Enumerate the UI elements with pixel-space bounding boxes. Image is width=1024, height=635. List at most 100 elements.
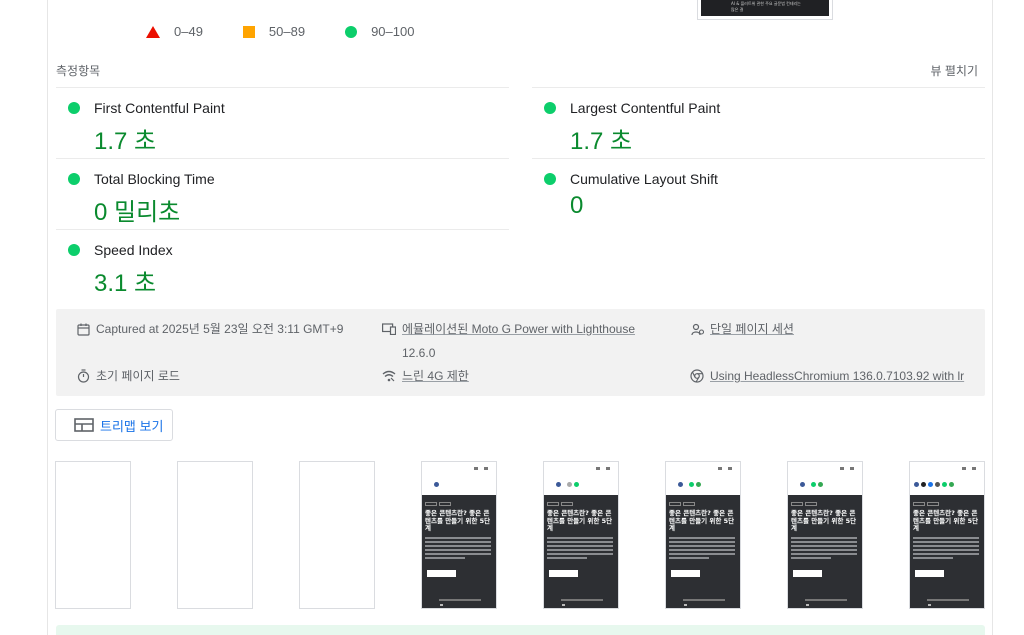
- timer-icon: [76, 369, 90, 383]
- thumbnail-caption: AI & 플러트위 관한 주요 글문법 컨테리는 많은 결: [731, 1, 801, 12]
- view-treemap-label: 트리맵 보기: [100, 418, 164, 434]
- menu-icon: [972, 467, 976, 470]
- frame-headline: 좋은 콘텐츠란? 좋은 콘텐츠를 만들기 위한 5단계: [669, 509, 735, 532]
- social-logos: [678, 482, 701, 487]
- frame-content: 좋은 콘텐츠란? 좋은 콘텐츠를 만들기 위한 5단계: [666, 495, 740, 608]
- emulated-device-line1[interactable]: 에뮬레이션된 Moto G Power with Lighthouse: [402, 322, 635, 336]
- captured-at-text: Captured at 2025년 5월 23일 오전 3:11 GMT+9: [96, 322, 344, 336]
- emulated-device[interactable]: 에뮬레이션된 Moto G Power with Lighthouse 12.6…: [382, 321, 662, 361]
- filmstrip-frame-blank[interactable]: [177, 461, 253, 609]
- view-treemap-button[interactable]: 트리맵 보기: [55, 409, 173, 441]
- metric-cumulative-layout-shift: Cumulative Layout Shift 0: [532, 158, 985, 230]
- frame-header: [788, 462, 862, 495]
- frame-content: 좋은 콘텐츠란? 좋은 콘텐츠를 만들기 위한 5단계: [422, 495, 496, 608]
- social-logos: [800, 482, 823, 487]
- frame-cta-button: [549, 570, 578, 577]
- menu-icon: [484, 467, 488, 470]
- frame-headline: 좋은 콘텐츠란? 좋은 콘텐츠를 만들기 위한 5단계: [425, 509, 491, 532]
- runtime-settings: Captured at 2025년 5월 23일 오전 3:11 GMT+9 에…: [56, 309, 985, 396]
- metric-value: 1.7 초: [94, 128, 157, 155]
- captured-at: Captured at 2025년 5월 23일 오전 3:11 GMT+9: [76, 321, 343, 337]
- social-logos: [914, 482, 954, 487]
- frame-tags: [913, 502, 939, 506]
- metric-value: 1.7 초: [570, 128, 633, 155]
- frame-indicator: [562, 604, 565, 606]
- expand-view-toggle[interactable]: 뷰 펼치기: [931, 62, 979, 79]
- frame-tags: [669, 502, 695, 506]
- browser-version-text[interactable]: Using HeadlessChromium 136.0.7103.92 wit…: [710, 368, 964, 384]
- frame-cta-button: [915, 570, 944, 577]
- legend-average: 50–89: [242, 24, 306, 39]
- legend-fail-label: 0–49: [174, 24, 203, 39]
- treemap-icon: [74, 418, 94, 432]
- browser-version[interactable]: Using HeadlessChromium 136.0.7103.92 wit…: [690, 368, 964, 384]
- menu-icon: [850, 467, 854, 470]
- chrome-icon: [690, 369, 704, 383]
- filmstrip-frame[interactable]: 좋은 콘텐츠란? 좋은 콘텐츠를 만들기 위한 5단계: [665, 461, 741, 609]
- pass-status-icon: [544, 102, 556, 114]
- frame-text-lines: [791, 537, 857, 561]
- search-icon: [840, 467, 844, 470]
- frame-header: [666, 462, 740, 495]
- calendar-icon: [76, 322, 90, 336]
- frame-text-lines: [913, 537, 979, 561]
- frame-cta-button: [671, 570, 700, 577]
- frame-header: [422, 462, 496, 495]
- final-screenshot-thumbnail[interactable]: AI & 플러트위 관한 주요 글문법 컨테리는 많은 결: [697, 0, 833, 20]
- filmstrip-frame-blank[interactable]: [299, 461, 375, 609]
- frame-footer: [561, 599, 603, 601]
- legend-fail: 0–49: [146, 24, 203, 39]
- frame-text-lines: [547, 537, 613, 561]
- frame-headline: 좋은 콘텐츠란? 좋은 콘텐츠를 만들기 위한 5단계: [913, 509, 979, 532]
- filmstrip-frame[interactable]: 좋은 콘텐츠란? 좋은 콘텐츠를 만들기 위한 5단계: [787, 461, 863, 609]
- pass-status-icon: [68, 244, 80, 256]
- frame-indicator: [806, 604, 809, 606]
- filmstrip-frame-blank[interactable]: [55, 461, 131, 609]
- network-throttling[interactable]: 느린 4G 제한: [382, 368, 469, 384]
- triangle-icon: [146, 25, 160, 38]
- frame-footer: [927, 599, 969, 601]
- square-icon: [242, 25, 255, 38]
- frame-content: 좋은 콘텐츠란? 좋은 콘텐츠를 만들기 위한 5단계: [788, 495, 862, 608]
- frame-tags: [547, 502, 573, 506]
- single-page-session[interactable]: 단일 페이지 세션: [690, 321, 794, 337]
- frame-indicator: [928, 604, 931, 606]
- metric-title: Cumulative Layout Shift: [570, 171, 718, 187]
- frame-headline: 좋은 콘텐츠란? 좋은 콘텐츠를 만들기 위한 5단계: [791, 509, 857, 532]
- passed-audits-bar: [56, 625, 985, 635]
- network-throttling-text[interactable]: 느린 4G 제한: [402, 368, 469, 384]
- metric-first-contentful-paint: First Contentful Paint 1.7 초: [56, 87, 509, 159]
- social-logos: [556, 482, 579, 487]
- single-page-session-text[interactable]: 단일 페이지 세션: [710, 321, 794, 337]
- frame-footer: [805, 599, 847, 601]
- wifi-icon: [382, 369, 396, 383]
- filmstrip-frame[interactable]: 좋은 콘텐츠란? 좋은 콘텐츠를 만들기 위한 5단계: [909, 461, 985, 609]
- legend-pass: 90–100: [345, 24, 414, 39]
- metric-value: 0: [570, 192, 584, 219]
- initial-page-load-text: 초기 페이지 로드: [96, 369, 180, 383]
- frame-text-lines: [425, 537, 491, 561]
- metric-value: 3.1 초: [94, 270, 157, 297]
- filmstrip-frame[interactable]: 좋은 콘텐츠란? 좋은 콘텐츠를 만들기 위한 5단계: [543, 461, 619, 609]
- search-icon: [718, 467, 722, 470]
- frame-footer: [683, 599, 725, 601]
- person-icon: [690, 322, 704, 336]
- emulated-device-text: 에뮬레이션된 Moto G Power with Lighthouse 12.6…: [402, 321, 635, 361]
- initial-page-load: 초기 페이지 로드: [76, 368, 180, 384]
- frame-indicator: [684, 604, 687, 606]
- search-icon: [596, 467, 600, 470]
- frame-header: [544, 462, 618, 495]
- frame-tags: [791, 502, 817, 506]
- filmstrip-frame[interactable]: 좋은 콘텐츠란? 좋은 콘텐츠를 만들기 위한 5단계: [421, 461, 497, 609]
- search-icon: [962, 467, 966, 470]
- frame-headline: 좋은 콘텐츠란? 좋은 콘텐츠를 만들기 위한 5단계: [547, 509, 613, 532]
- filmstrip: 좋은 콘텐츠란? 좋은 콘텐츠를 만들기 위한 5단계 좋은 콘텐츠란? 좋은 …: [55, 461, 985, 609]
- legend-average-label: 50–89: [268, 24, 306, 39]
- metric-value: 0 밀리초: [94, 199, 181, 226]
- emulated-device-line2: 12.6.0: [402, 346, 436, 360]
- metric-total-blocking-time: Total Blocking Time 0 밀리초: [56, 158, 509, 230]
- frame-content: 좋은 콘텐츠란? 좋은 콘텐츠를 만들기 위한 5단계: [544, 495, 618, 608]
- frame-content: 좋은 콘텐츠란? 좋은 콘텐츠를 만들기 위한 5단계: [910, 495, 984, 608]
- metric-title: Largest Contentful Paint: [570, 100, 721, 116]
- frame-tags: [425, 502, 451, 506]
